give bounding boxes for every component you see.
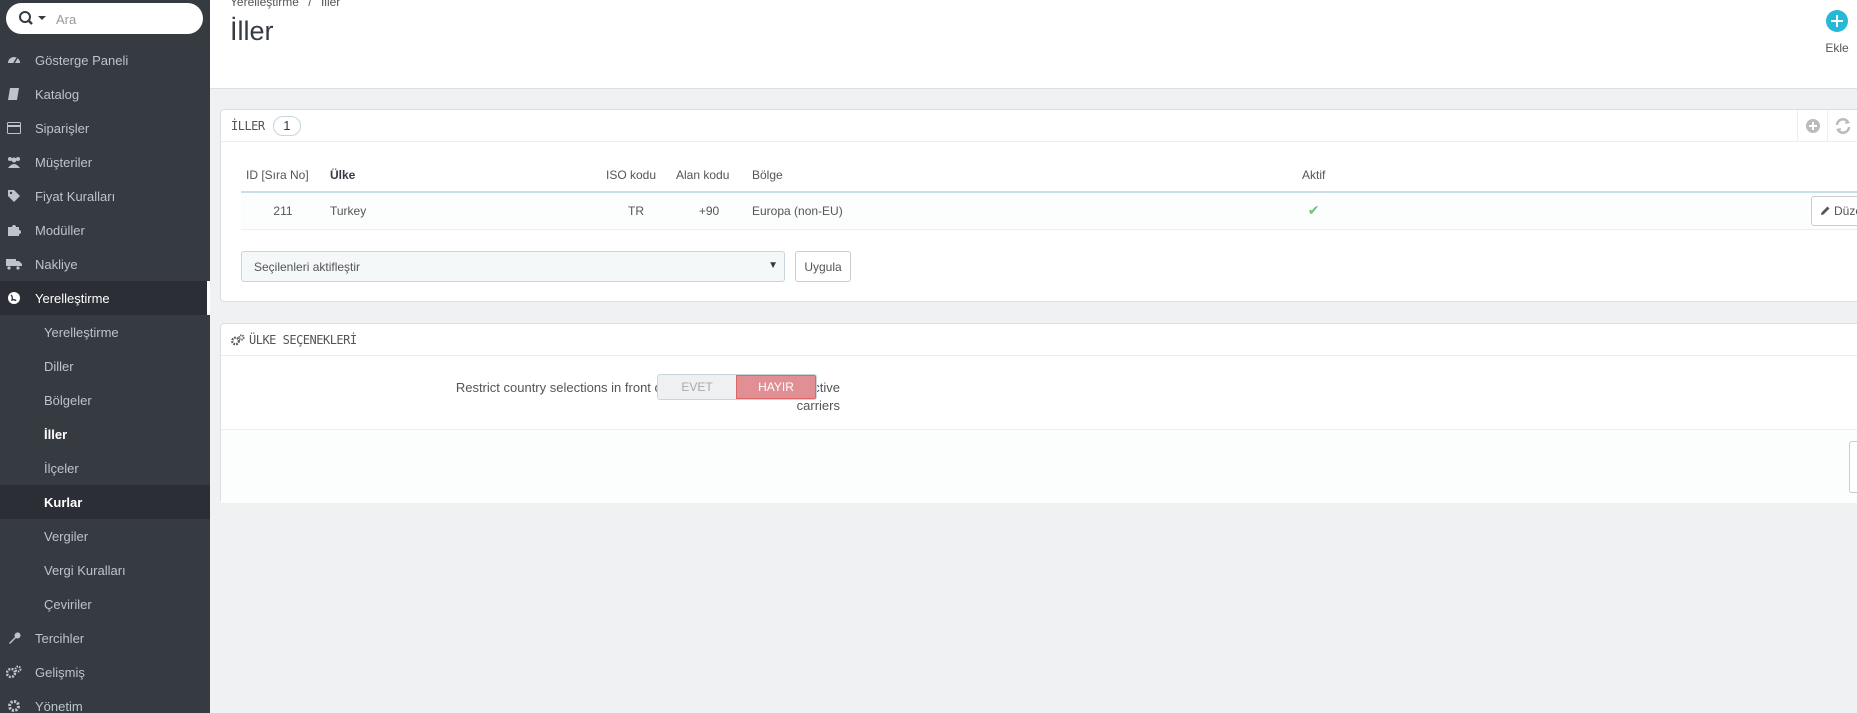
submenu-item-zones[interactable]: Bölgeler <box>0 383 210 417</box>
page-header: Yerelleştirme / İller İller Ekle <box>210 0 1857 89</box>
menu-item-customers[interactable]: Müşteriler <box>0 145 210 179</box>
column-header-zone[interactable]: Bölge <box>747 159 1297 193</box>
cogs-icon <box>231 333 245 345</box>
menu-item-advanced[interactable]: Gelişmiş <box>0 655 210 689</box>
edit-button-label: Düze <box>1833 203 1857 218</box>
submenu-item-currencies[interactable]: Kurlar <box>0 485 210 519</box>
wrench-icon <box>6 630 22 646</box>
menu-item-catalog[interactable]: Katalog <box>0 77 210 111</box>
add-button-label: Ekle <box>1825 41 1849 55</box>
menu-label: Modüller <box>35 222 85 238</box>
menu-label: Fiyat Kuralları <box>35 188 116 204</box>
search-input[interactable] <box>56 9 196 29</box>
breadcrumb-separator: / <box>308 0 312 9</box>
menu-item-price-rules[interactable]: Fiyat Kuralları <box>0 179 210 213</box>
search-icon[interactable] <box>18 10 48 28</box>
caret-down-icon: ▼ <box>768 260 778 271</box>
bulk-action-select[interactable]: Seçilenleri aktifleştir ▼ <box>241 251 785 282</box>
panel-title: İLLER <box>231 118 265 133</box>
switch-yes-option[interactable]: EVET <box>658 375 736 399</box>
column-header-country[interactable]: Ülke <box>325 159 601 193</box>
panel-heading: İLLER 1 <box>221 110 1857 142</box>
switch-no-option[interactable]: HAYIR <box>736 375 816 399</box>
menu-label: Nakliye <box>35 256 78 272</box>
globe-icon <box>6 290 22 306</box>
menu-item-preferences[interactable]: Tercihler <box>0 621 210 655</box>
country-options-panel: ÜLKE SEÇENEKLERİ Restrict country select… <box>220 323 1857 503</box>
menu-item-orders[interactable]: Siparişler <box>0 111 210 145</box>
table-row[interactable]: 211 Turkey TR +90 Europa (non-EU) ✔ Düze <box>241 192 1857 230</box>
panel-title: ÜLKE SEÇENEKLERİ <box>249 332 357 347</box>
cell-zone: Europa (non-EU) <box>747 192 1297 230</box>
cell-country: Turkey <box>325 192 601 230</box>
table-header-row: ID [Sıra No] Ülke ISO kodu Alan kodu Böl… <box>241 159 1857 193</box>
page-title: İller <box>230 16 274 46</box>
restrict-country-switch[interactable]: EVET HAYIR <box>657 374 817 400</box>
menu-label: Gösterge Paneli <box>35 52 129 68</box>
bulk-action-value: Seçilenleri aktifleştir <box>254 259 361 274</box>
tags-icon <box>6 188 22 204</box>
panel-footer: Ka <box>221 429 1857 503</box>
cell-active[interactable]: ✔ <box>1297 192 1331 230</box>
localization-submenu: Yerelleştirme Diller Bölgeler İller İlçe… <box>0 315 210 621</box>
column-header-id[interactable]: ID [Sıra No] <box>241 159 325 193</box>
menu-item-administration[interactable]: Yönetim <box>0 689 210 713</box>
panel-toolbar <box>1797 110 1857 142</box>
refresh-icon[interactable] <box>1827 110 1857 142</box>
check-icon[interactable]: ✔ <box>1308 202 1320 218</box>
cell-area-code: +90 <box>671 192 747 230</box>
cogs-icon <box>6 664 22 680</box>
users-icon <box>6 154 22 170</box>
main-menu: Gösterge Paneli Katalog Siparişler Müşte… <box>0 43 210 713</box>
menu-item-localization[interactable]: Yerelleştirme <box>0 281 210 315</box>
menu-label: Müşteriler <box>35 154 93 170</box>
submenu-item-translations[interactable]: Çeviriler <box>0 587 210 621</box>
puzzle-icon <box>6 222 22 238</box>
menu-label: Katalog <box>35 86 80 102</box>
menu-label: Yönetim <box>35 698 83 713</box>
edit-button[interactable]: Düze <box>1810 195 1857 226</box>
cell-iso: TR <box>601 192 671 230</box>
submenu-item-states[interactable]: İller <box>0 417 210 451</box>
sidebar: Gösterge Paneli Katalog Siparişler Müşte… <box>0 0 210 713</box>
pencil-icon <box>1820 206 1830 216</box>
apply-button[interactable]: Uygula <box>795 251 851 282</box>
cog-icon <box>6 698 22 713</box>
breadcrumb-parent[interactable]: Yerelleştirme <box>230 0 299 9</box>
breadcrumb-current: İller <box>320 0 341 9</box>
cell-id: 211 <box>241 192 325 230</box>
save-button[interactable]: Ka <box>1849 441 1857 493</box>
count-badge: 1 <box>272 115 301 136</box>
credit-card-icon <box>6 120 22 136</box>
column-header-area-code[interactable]: Alan kodu <box>671 159 747 193</box>
menu-item-dashboard[interactable]: Gösterge Paneli <box>0 43 210 77</box>
dashboard-icon <box>6 52 22 68</box>
breadcrumb: Yerelleştirme / İller <box>230 0 340 9</box>
states-list-panel: İLLER 1 ID [Sıra No] Ülke ISO kodu Alan … <box>220 109 1857 302</box>
column-header-iso[interactable]: ISO kodu <box>601 159 671 193</box>
submenu-item-localization[interactable]: Yerelleştirme <box>0 315 210 349</box>
panel-heading: ÜLKE SEÇENEKLERİ <box>221 324 1857 356</box>
search-box[interactable] <box>6 3 203 34</box>
submenu-item-languages[interactable]: Diller <box>0 349 210 383</box>
menu-label: Siparişler <box>35 120 90 136</box>
submenu-item-tax-rules[interactable]: Vergi Kuralları <box>0 553 210 587</box>
column-header-active[interactable]: Aktif <box>1297 159 1331 193</box>
submenu-item-taxes[interactable]: Vergiler <box>0 519 210 553</box>
menu-label: Yerelleştirme <box>35 290 110 306</box>
add-new-button[interactable]: Ekle <box>1817 10 1857 55</box>
menu-item-modules[interactable]: Modüller <box>0 213 210 247</box>
plus-circle-icon <box>1826 10 1848 32</box>
submenu-item-districts[interactable]: İlçeler <box>0 451 210 485</box>
menu-label: Tercihler <box>35 630 85 646</box>
states-table: ID [Sıra No] Ülke ISO kodu Alan kodu Böl… <box>241 159 1857 230</box>
truck-icon <box>6 256 22 272</box>
menu-label: Gelişmiş <box>35 664 85 680</box>
menu-item-shipping[interactable]: Nakliye <box>0 247 210 281</box>
add-new-icon[interactable] <box>1797 110 1827 142</box>
column-header-actions <box>1330 159 1857 193</box>
book-icon <box>6 86 22 102</box>
cell-actions: Düze <box>1330 192 1857 230</box>
